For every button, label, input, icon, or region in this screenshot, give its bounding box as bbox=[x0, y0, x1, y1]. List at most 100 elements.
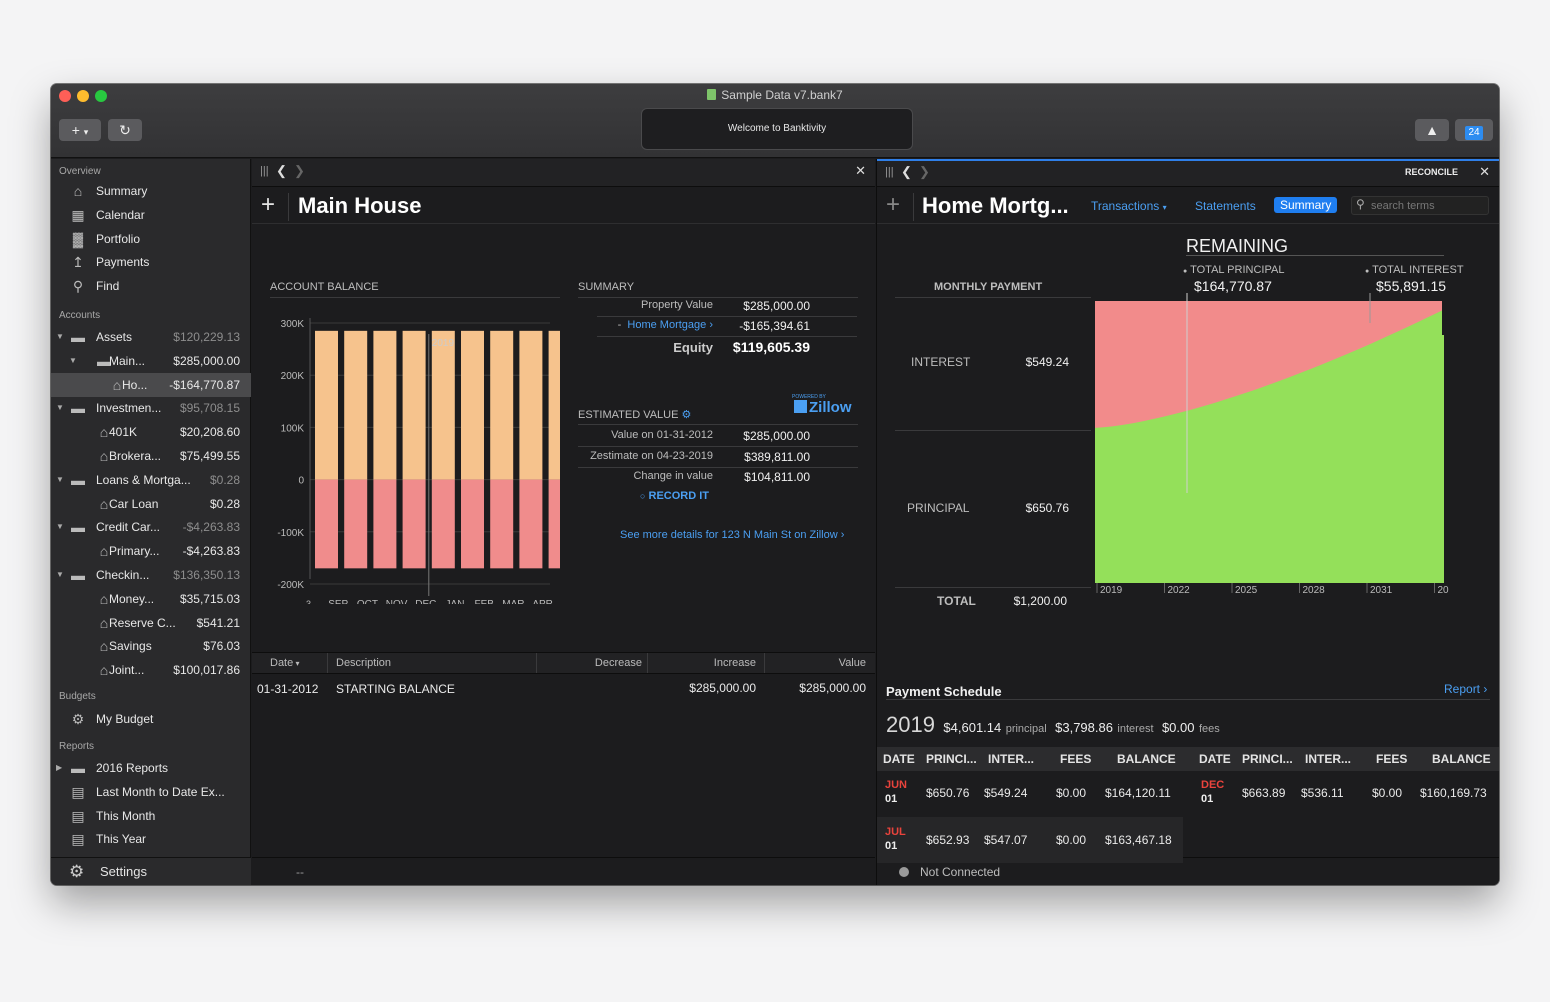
column-header-balance[interactable]: BALANCE bbox=[1432, 752, 1491, 766]
schedule-month: DEC bbox=[1201, 779, 1225, 791]
liability-bar bbox=[519, 479, 543, 569]
sidebar-item-report[interactable]: ▤ Last Month to Date Ex... bbox=[51, 780, 251, 804]
schedule-interest: $536.11 bbox=[1301, 786, 1344, 800]
home-mortgage-link[interactable]: - Home Mortgage › bbox=[602, 319, 713, 331]
column-header-fees[interactable]: FEES bbox=[1376, 752, 1407, 766]
sidebar-item-reserve-c[interactable]: ⌂ Reserve C... $541.21 bbox=[51, 611, 251, 635]
sidebar-item-401k[interactable]: ⌂ 401K $20,208.60 bbox=[51, 420, 251, 444]
add-button[interactable]: + ▾ bbox=[59, 119, 101, 141]
accounts-header: Accounts bbox=[59, 310, 101, 321]
sidebar-item-portfolio[interactable]: ▓ Portfolio bbox=[51, 227, 251, 251]
report-icon: ▤ bbox=[71, 783, 85, 800]
tab-summary[interactable]: Summary bbox=[1274, 197, 1338, 213]
forward-icon[interactable]: ❯ bbox=[919, 164, 930, 180]
disclosure-triangle-icon[interactable]: ▼ bbox=[56, 325, 66, 349]
schedule-row[interactable]: DEC 01 $663.89 $536.11 $0.00 $160,169.73 bbox=[1193, 770, 1499, 816]
column-header-inter[interactable]: INTER... bbox=[1305, 752, 1351, 766]
sidebar-item-budget[interactable]: ⚙ My Budget bbox=[51, 707, 251, 731]
gear-icon: ⚙ bbox=[69, 862, 85, 881]
column-header-date[interactable]: Date ▾ bbox=[270, 657, 300, 669]
settings-button[interactable]: ⚙ Settings bbox=[51, 857, 251, 885]
search-field[interactable]: ⚲ search terms bbox=[1351, 196, 1489, 215]
liability-bar bbox=[373, 479, 397, 569]
column-header-date[interactable]: DATE bbox=[883, 752, 915, 766]
y-tick-label: -200K bbox=[277, 580, 304, 591]
chevron-down-icon: ▾ bbox=[83, 127, 89, 137]
disclosure-triangle-icon[interactable]: ▼ bbox=[56, 396, 66, 420]
liability-bar bbox=[431, 479, 455, 569]
forward-icon[interactable]: ❯ bbox=[294, 163, 305, 179]
disclosure-triangle-icon[interactable]: ▼ bbox=[69, 349, 79, 373]
column-header-description[interactable]: Description bbox=[336, 657, 391, 669]
disclosure-triangle-icon[interactable]: ▶ bbox=[56, 756, 66, 780]
schedule-balance: $164,120.11 bbox=[1105, 786, 1171, 800]
sidebar-item-primary[interactable]: ⌂ Primary... -$4,263.83 bbox=[51, 539, 251, 563]
title-bar: Sample Data v7.bank7 + ▾ ↻ Welcome to Ba… bbox=[51, 84, 1499, 158]
column-header-date[interactable]: DATE bbox=[1199, 752, 1231, 766]
tab-transactions[interactable]: Transactions ▾ bbox=[1091, 199, 1167, 213]
table-row[interactable]: 01-31-2012 STARTING BALANCE $285,000.00 $28… bbox=[252, 680, 875, 700]
column-header-value[interactable]: Value bbox=[839, 657, 866, 669]
column-header-decrease[interactable]: Decrease bbox=[595, 657, 642, 669]
schedule-row[interactable]: JUL 01 $652.93 $547.07 $0.00 $163,467.18 bbox=[877, 817, 1183, 863]
disclosure-triangle-icon[interactable]: ▼ bbox=[56, 515, 66, 539]
gear-icon[interactable]: ⚙ bbox=[682, 409, 692, 421]
sidebar-item-checkin[interactable]: ▼ ▬ Checkin... $136,350.13 bbox=[51, 563, 251, 587]
report-link[interactable]: Report › bbox=[1444, 682, 1487, 696]
add-transaction-icon[interactable]: + bbox=[261, 191, 275, 219]
sidebar-item-assets[interactable]: ▼ ▬ Assets $120,229.13 bbox=[51, 325, 251, 349]
tab-statements[interactable]: Statements bbox=[1195, 199, 1256, 213]
sidebar-item-ho[interactable]: ⌂ Ho... -$164,770.87 bbox=[51, 372, 251, 397]
sidebar-toggle-icon[interactable]: ||| bbox=[260, 165, 269, 177]
column-header-increase[interactable]: Increase bbox=[714, 657, 756, 669]
sidebar-item-main[interactable]: ▼ ▬ Main... $285,000.00 bbox=[51, 349, 251, 373]
sidebar-item-report[interactable]: ▶ ▬ 2016 Reports bbox=[51, 756, 251, 780]
column-header-fees[interactable]: FEES bbox=[1060, 752, 1091, 766]
share-button[interactable]: ▲ bbox=[1415, 119, 1449, 141]
sidebar-item-savings[interactable]: ⌂ Savings $76.03 bbox=[51, 634, 251, 658]
schedule-fees: $0.00 bbox=[1372, 786, 1403, 800]
column-header-princi[interactable]: PRINCI... bbox=[1242, 752, 1293, 766]
sidebar-item-summary[interactable]: ⌂ Summary bbox=[51, 179, 251, 203]
chevron-down-icon: ▾ bbox=[1162, 203, 1167, 212]
liability-bar bbox=[344, 479, 368, 569]
sidebar-item-money[interactable]: ⌂ Money... $35,715.03 bbox=[51, 587, 251, 611]
bank-icon: ⌂ bbox=[73, 183, 83, 199]
add-transaction-icon[interactable]: + bbox=[886, 191, 900, 219]
schedule-row[interactable]: JUN 01 $650.76 $549.24 $0.00 $164,120.11 bbox=[877, 770, 1183, 816]
calendar-badge-button[interactable]: 24 bbox=[1455, 119, 1493, 141]
sidebar-item-joint[interactable]: ⌂ Joint... $100,017.86 bbox=[51, 658, 251, 682]
schedule-fees: $0.00 bbox=[1056, 833, 1087, 847]
sidebar-item-report[interactable]: ▤ This Month bbox=[51, 804, 251, 828]
column-header-inter[interactable]: INTER... bbox=[988, 752, 1034, 766]
sidebar-item-car-loan[interactable]: ⌂ Car Loan $0.28 bbox=[51, 492, 251, 516]
overview-header: Overview bbox=[59, 166, 101, 177]
sidebar-item-investmen[interactable]: ▼ ▬ Investmen... $95,708.15 bbox=[51, 396, 251, 420]
sidebar-toggle-icon[interactable]: ||| bbox=[885, 166, 894, 178]
column-header-balance[interactable]: BALANCE bbox=[1117, 752, 1176, 766]
zillow-details-link[interactable]: See more details for 123 N Main St on Zi… bbox=[620, 529, 844, 541]
refresh-button[interactable]: ↻ bbox=[108, 119, 142, 141]
y-tick-label: 200K bbox=[281, 371, 305, 382]
sidebar-item-brokera[interactable]: ⌂ Brokera... $75,499.55 bbox=[51, 444, 251, 468]
sidebar-item-loans-mortga[interactable]: ▼ ▬ Loans & Mortga... $0.28 bbox=[51, 468, 251, 492]
sidebar-item-credit-car[interactable]: ▼ ▬ Credit Car... -$4,263.83 bbox=[51, 515, 251, 539]
sidebar-item-report[interactable]: ▤ This Year bbox=[51, 827, 251, 851]
close-pane-icon[interactable]: ✕ bbox=[1479, 164, 1490, 180]
window-title: Sample Data v7.bank7 bbox=[51, 88, 1499, 102]
column-header-princi[interactable]: PRINCI... bbox=[926, 752, 977, 766]
back-icon[interactable]: ❮ bbox=[276, 163, 287, 179]
sidebar-item-payments[interactable]: ↥ Payments bbox=[51, 250, 251, 274]
record-icon: ○ bbox=[640, 491, 646, 501]
sidebar-item-calendar[interactable]: ▦ Calendar bbox=[51, 203, 251, 227]
row-divider bbox=[578, 446, 858, 447]
disclosure-triangle-icon[interactable]: ▼ bbox=[56, 563, 66, 587]
back-icon[interactable]: ❮ bbox=[901, 164, 912, 180]
sidebar-item-find[interactable]: ⚲ Find bbox=[51, 274, 251, 298]
record-it-button[interactable]: ○ RECORD IT bbox=[640, 490, 709, 502]
reconcile-button[interactable]: RECONCILE bbox=[1405, 167, 1458, 177]
disclosure-triangle-icon[interactable]: ▼ bbox=[56, 468, 66, 492]
x-tick-label: 2025 bbox=[1235, 585, 1258, 596]
close-pane-icon[interactable]: ✕ bbox=[855, 163, 866, 179]
account-balance-header: ACCOUNT BALANCE bbox=[270, 281, 379, 293]
